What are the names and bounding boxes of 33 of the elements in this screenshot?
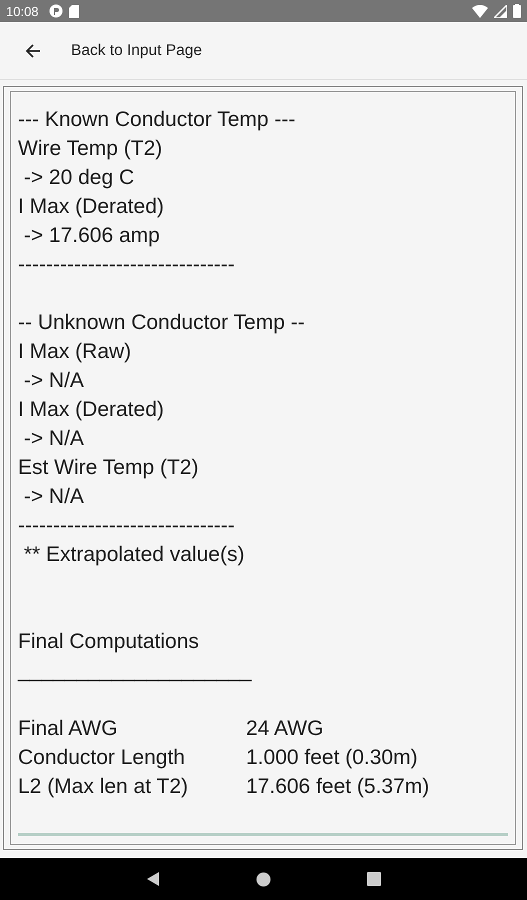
report-line: Wire Temp (T2) xyxy=(18,136,164,162)
report-line: I Max (Derated) xyxy=(18,194,165,220)
notification-icon xyxy=(48,4,63,18)
report-line: -> 20 deg C xyxy=(22,165,136,191)
wifi-icon xyxy=(472,4,488,18)
report-line: ------------------------------- xyxy=(18,252,236,278)
report-line: ____________________ xyxy=(18,658,253,684)
app-bar-title: Back to Input Page xyxy=(71,42,202,60)
report-line: Est Wire Temp (T2) xyxy=(18,455,200,481)
result-value: 24 AWG xyxy=(246,716,324,742)
report-line: -- Unknown Conductor Temp -- xyxy=(18,310,306,336)
home-icon[interactable] xyxy=(256,872,271,886)
result-label: Conductor Length xyxy=(18,745,186,771)
result-value: 17.606 feet (5.37m) xyxy=(246,774,430,800)
report-line: ------------------------------- xyxy=(18,513,236,539)
result-label: L2 (Max len at T2) xyxy=(18,774,190,800)
back-icon[interactable] xyxy=(146,871,160,887)
battery-icon xyxy=(513,4,521,18)
report-line: -> N/A xyxy=(22,484,85,510)
result-label: Final AWG xyxy=(18,716,119,742)
back-arrow-icon[interactable] xyxy=(25,42,41,58)
report-line: Final Computations xyxy=(18,629,200,655)
report-line: I Max (Raw) xyxy=(18,339,132,365)
report-line: --- Known Conductor Temp --- xyxy=(18,107,296,133)
report-line: -> N/A xyxy=(22,426,85,452)
status-time: 10:08 xyxy=(6,4,39,18)
sd-card-icon xyxy=(68,4,79,18)
result-value: 1.000 feet (0.30m) xyxy=(246,745,419,771)
report-line: -> 17.606 amp xyxy=(22,223,161,249)
signal-icon xyxy=(494,4,507,18)
report-line: I Max (Derated) xyxy=(18,397,165,423)
report-line: ** Extrapolated value(s) xyxy=(22,542,246,568)
report-line: -> N/A xyxy=(22,368,85,394)
